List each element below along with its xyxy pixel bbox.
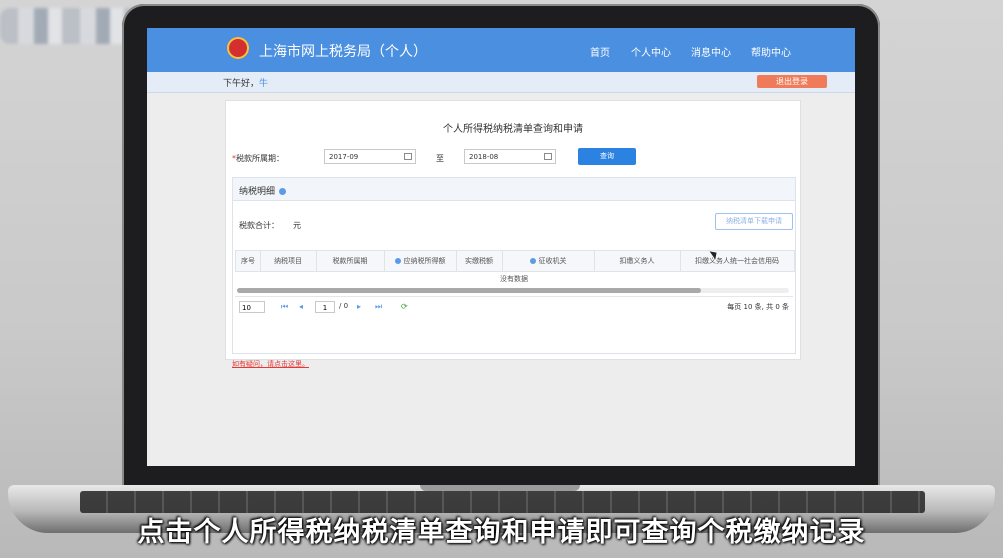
col-collection-authority: 征收机关	[502, 251, 595, 271]
col-tax-item: 纳税项目	[260, 251, 317, 271]
info-icon[interactable]	[279, 188, 287, 195]
greeting-text: 下午好，	[223, 79, 260, 89]
last-page-icon[interactable]: ⏭	[375, 302, 382, 312]
page-title: 个人所得税纳税清单查询和申请	[443, 124, 583, 135]
nav-home[interactable]: 首页	[590, 44, 610, 59]
laptop-hinge	[420, 485, 580, 491]
col-taxable-income: 应纳税所得额	[384, 251, 457, 271]
period-label: *税款所属期：	[232, 153, 284, 164]
calendar-icon[interactable]	[544, 153, 552, 160]
page-total: / 0	[339, 302, 349, 310]
laptop-screen: 上海市网上税务局（个人） 首页 个人中心 消息中心 帮助中心 下午好，牛 退出登…	[147, 28, 855, 466]
help-link[interactable]: 如有疑问，请点击这里。	[232, 359, 309, 369]
nav-personal-center[interactable]: 个人中心	[631, 44, 671, 59]
col-withholding-agent: 扣缴义务人	[594, 251, 681, 271]
query-panel: 个人所得税纳税清单查询和申请 *税款所属期： 2017-09 至 2018-08…	[225, 100, 801, 368]
period-from-value: 2017-09	[329, 153, 359, 161]
col-tax-paid: 实缴税额	[456, 251, 503, 271]
section-header: 纳税明细	[233, 178, 795, 201]
section-title: 纳税明细	[239, 184, 287, 197]
first-page-icon[interactable]: ⏮	[281, 302, 288, 312]
scrollbar-thumb[interactable]	[237, 288, 701, 293]
section-title-text: 纳税明细	[239, 187, 276, 197]
col-agent-credit-code: 扣缴义务人统一社会信用码	[695, 257, 779, 265]
search-button[interactable]: 查询	[578, 148, 636, 165]
period-to-value: 2018-08	[469, 153, 499, 161]
pagination-summary: 每页 10 条, 共 0 条	[727, 303, 789, 311]
period-to-input[interactable]: 2018-08	[464, 149, 556, 164]
pagination-bar: 10 ⏮ ◂ 1 / 0 ▸ ⏭ ⟳ 每页 10 条, 共 0 条	[235, 296, 793, 317]
tax-detail-section: 纳税明细 税款合计： 元 纳税清单下载申请 序号 纳税项目 税款所属期 应纳税所得…	[232, 177, 796, 354]
col-taxable-income-text: 应纳税所得额	[403, 257, 446, 265]
info-icon[interactable]	[394, 258, 401, 264]
empty-table-message: 没有数据	[500, 275, 528, 283]
total-label: 税款合计：	[239, 221, 279, 230]
site-header	[147, 28, 855, 72]
horizontal-scrollbar[interactable]	[237, 288, 789, 293]
video-subtitle: 点击个人所得税纳税清单查询和申请即可查询个税缴纳记录	[137, 517, 866, 548]
total-unit: 元	[293, 221, 301, 230]
col-collection-authority-text: 征收机关	[538, 257, 567, 265]
download-request-button[interactable]: 纳税清单下载申请	[715, 213, 793, 230]
greeting: 下午好，牛	[223, 76, 268, 89]
to-label: 至	[436, 154, 444, 163]
page-number-input[interactable]: 1	[315, 301, 335, 313]
tax-total: 税款合计： 元	[239, 220, 301, 231]
info-icon[interactable]	[529, 258, 536, 264]
calendar-icon[interactable]	[404, 153, 412, 160]
col-index: 序号	[236, 251, 261, 271]
refresh-icon[interactable]: ⟳	[401, 302, 408, 311]
user-name: 牛	[259, 79, 269, 89]
col-tax-period: 税款所属期	[316, 251, 385, 271]
page-size-select[interactable]: 10	[239, 301, 265, 313]
period-label-text: 税款所属期：	[236, 154, 284, 163]
logout-button[interactable]: 退出登录	[757, 75, 827, 88]
site-title: 上海市网上税务局（个人）	[259, 44, 427, 60]
nav-message-center[interactable]: 消息中心	[691, 44, 731, 59]
prev-page-icon[interactable]: ◂	[299, 302, 303, 311]
next-page-icon[interactable]: ▸	[357, 302, 361, 311]
period-from-input[interactable]: 2017-09	[324, 149, 416, 164]
nav-help-center[interactable]: 帮助中心	[751, 44, 791, 59]
tax-emblem-icon	[227, 37, 249, 59]
